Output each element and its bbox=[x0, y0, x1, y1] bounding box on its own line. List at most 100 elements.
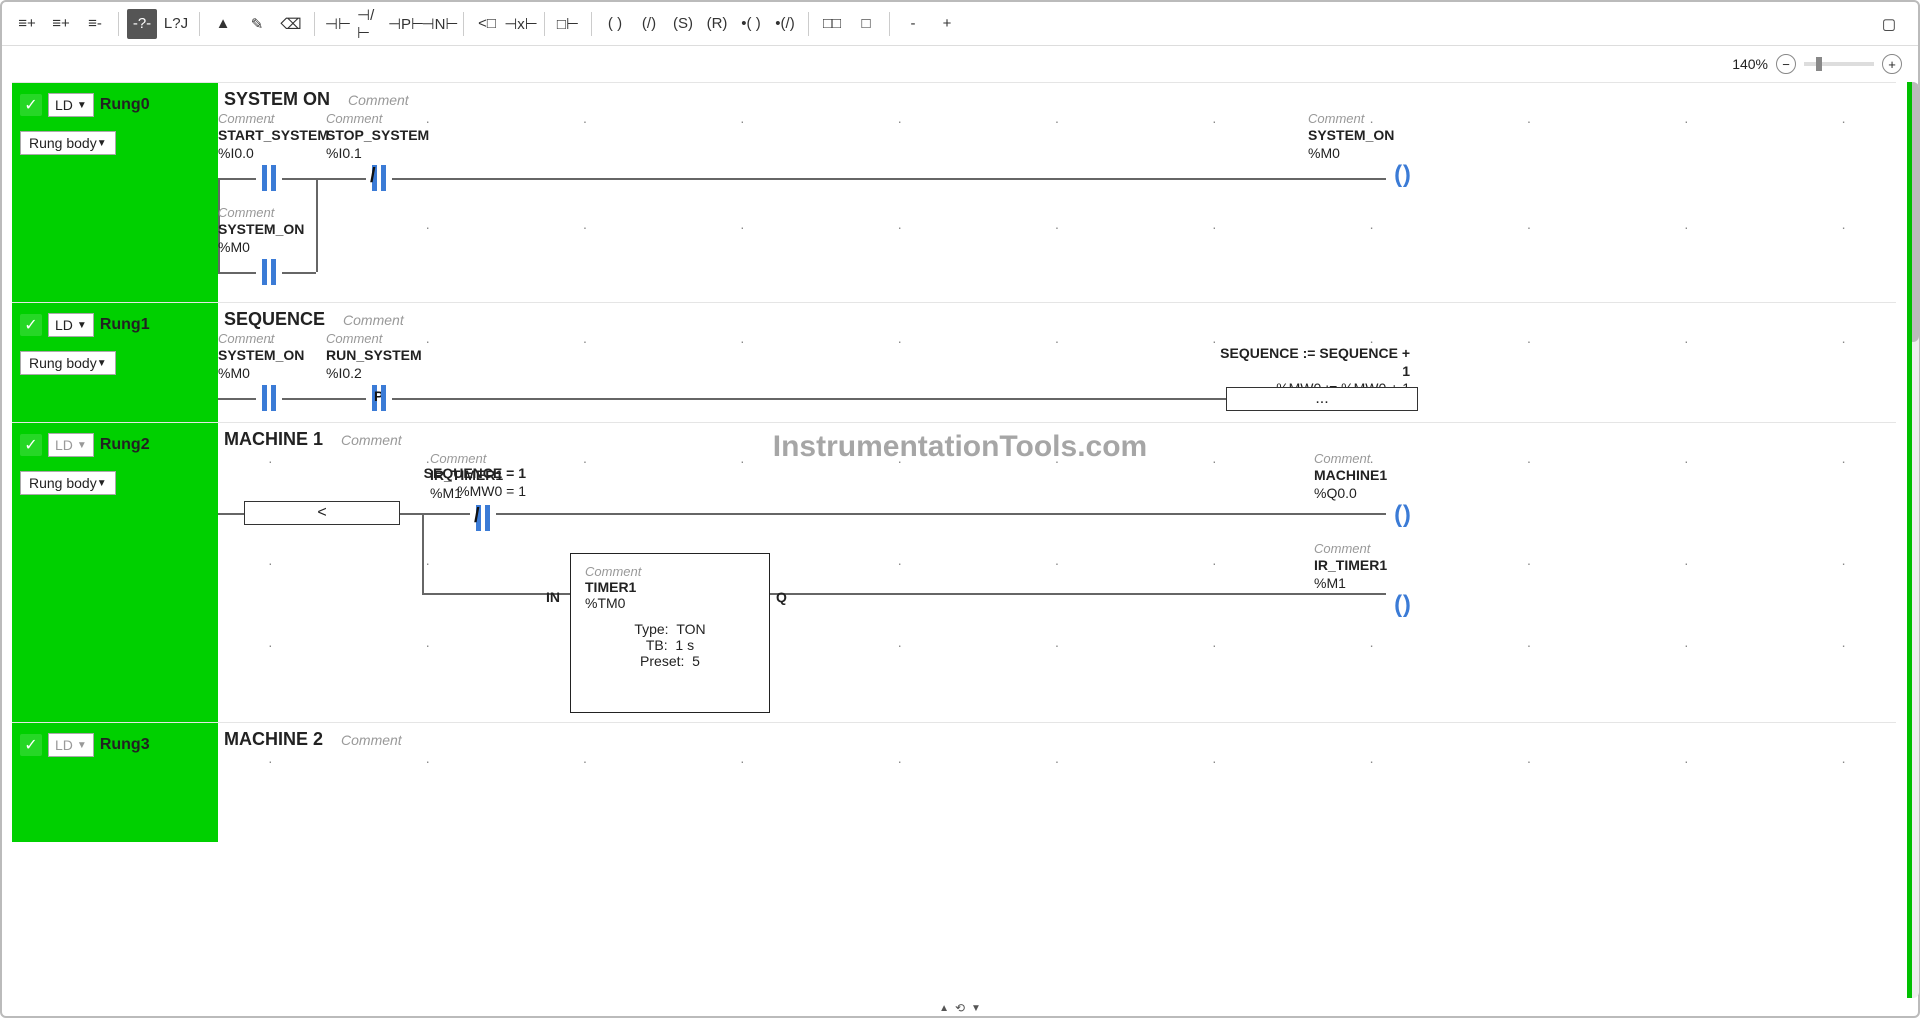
toolbar: ≡+≡+≡--?-L?J▲✎⌫⊣⊢⊣/⊢⊣P⊢⊣N⊢<□⊣x⊢□⊢( )(/)(… bbox=[2, 2, 1918, 46]
toolbar-button-9[interactable]: ⊣/⊢ bbox=[357, 9, 387, 39]
element-label[interactable]: CommentSTART_SYSTEM%I0.0 bbox=[218, 111, 329, 162]
rung-sidebar: ✓ LD ▼ Rung0 Rung body ▼ bbox=[12, 83, 218, 302]
toolbar-button-2[interactable]: ≡- bbox=[80, 9, 110, 39]
toolbar-separator bbox=[808, 12, 809, 36]
rung-name[interactable]: Rung0 bbox=[100, 96, 150, 114]
wire bbox=[400, 513, 470, 515]
toolbar-button-13[interactable]: ⊣x⊢ bbox=[506, 9, 536, 39]
toolbar-button-4[interactable]: L?J bbox=[161, 9, 191, 39]
toolbar-separator bbox=[463, 12, 464, 36]
grid-dots: ··········· bbox=[218, 219, 1896, 235]
zoom-out-button[interactable]: − bbox=[1776, 54, 1796, 74]
rung-3: ✓LD ▼Rung3MACHINE 2Comment··········· bbox=[12, 722, 1896, 842]
toolbar-button-19[interactable]: •( ) bbox=[736, 9, 766, 39]
rung-canvas[interactable]: MACHINE 1Comment························… bbox=[218, 423, 1896, 722]
rung-title-comment[interactable]: Comment bbox=[341, 732, 402, 748]
refresh-icon[interactable]: ⟲ bbox=[955, 1001, 965, 1015]
wire bbox=[392, 178, 1386, 180]
element-label[interactable]: CommentMACHINE1%Q0.0 bbox=[1314, 451, 1387, 502]
rung-title-comment[interactable]: Comment bbox=[343, 312, 404, 328]
toolbar-button-10[interactable]: ⊣P⊢ bbox=[391, 9, 421, 39]
rung-0: ✓ LD ▼ Rung0 Rung body ▼ SYSTEM ON Comment ···… bbox=[12, 82, 1896, 302]
toolbar-button-16[interactable]: (/) bbox=[634, 9, 664, 39]
caret-down-icon[interactable]: ▼ bbox=[971, 1003, 981, 1014]
rung-name[interactable]: Rung2 bbox=[100, 436, 150, 454]
power-rail-right bbox=[1907, 82, 1912, 998]
element-label[interactable]: CommentSYSTEM_ON%M0 bbox=[218, 331, 304, 382]
restore-window-icon[interactable]: ▢ bbox=[1874, 9, 1904, 39]
rung-body-select[interactable]: Rung body ▼ bbox=[20, 471, 116, 495]
zoom-in-button[interactable]: + bbox=[1882, 54, 1902, 74]
coil[interactable]: ( ) bbox=[1386, 593, 1416, 617]
toolbar-button-8[interactable]: ⊣⊢ bbox=[323, 9, 353, 39]
rung-lang-select[interactable]: LD ▼ bbox=[48, 733, 94, 757]
toolbar-button-21[interactable]: □□ bbox=[817, 9, 847, 39]
element-label[interactable]: CommentIR_TIMER1%M1 bbox=[1314, 541, 1387, 592]
ladder-editor[interactable]: ✓ LD ▼ Rung0 Rung body ▼ SYSTEM ON Comment ···… bbox=[12, 82, 1896, 998]
zoom-slider[interactable] bbox=[1804, 62, 1874, 66]
toolbar-button-23[interactable]: - bbox=[898, 9, 928, 39]
compare-block[interactable]: < bbox=[244, 501, 400, 525]
element-label[interactable]: CommentRUN_SYSTEM%I0.2 bbox=[326, 331, 422, 382]
element-label[interactable]: CommentSYSTEM_ON%M0 bbox=[1308, 111, 1394, 162]
toolbar-button-3[interactable]: -?- bbox=[127, 9, 157, 39]
operate-block[interactable]: ... bbox=[1226, 387, 1418, 411]
rung-enabled-check[interactable]: ✓ bbox=[20, 734, 42, 756]
rung-enabled-check[interactable]: ✓ bbox=[20, 314, 42, 336]
toolbar-button-7[interactable]: ⌫ bbox=[276, 9, 306, 39]
rung-enabled-check[interactable]: ✓ bbox=[20, 94, 42, 116]
toolbar-button-15[interactable]: ( ) bbox=[600, 9, 630, 39]
rung-title-comment[interactable]: Comment bbox=[341, 432, 402, 448]
toolbar-button-0[interactable]: ≡+ bbox=[12, 9, 42, 39]
function-block[interactable]: CommentTIMER1%TM0Type: TONTB: 1 sPreset:… bbox=[570, 553, 770, 713]
toolbar-button-24[interactable]: + bbox=[932, 9, 962, 39]
toolbar-button-12[interactable]: <□ bbox=[472, 9, 502, 39]
coil[interactable]: ( ) bbox=[1386, 503, 1416, 527]
toolbar-button-6[interactable]: ✎ bbox=[242, 9, 272, 39]
contact-no[interactable] bbox=[256, 259, 282, 285]
rung-lang-select[interactable]: LD ▼ bbox=[48, 93, 94, 117]
wire bbox=[392, 398, 1226, 400]
rung-title[interactable]: MACHINE 1 bbox=[224, 429, 323, 450]
rung-title-comment[interactable]: Comment bbox=[348, 92, 409, 108]
toolbar-separator bbox=[889, 12, 890, 36]
fb-pin-q: Q bbox=[776, 589, 787, 605]
element-label[interactable]: CommentSYSTEM_ON%M0 bbox=[218, 205, 304, 256]
toolbar-button-14[interactable]: □⊢ bbox=[553, 9, 583, 39]
toolbar-button-18[interactable]: (R) bbox=[702, 9, 732, 39]
toolbar-button-1[interactable]: ≡+ bbox=[46, 9, 76, 39]
toolbar-button-17[interactable]: (S) bbox=[668, 9, 698, 39]
caret-up-icon[interactable]: ▲ bbox=[939, 1003, 949, 1014]
toolbar-button-11[interactable]: ⊣N⊢ bbox=[425, 9, 455, 39]
toolbar-separator bbox=[314, 12, 315, 36]
contact-nc[interactable]: / bbox=[470, 505, 496, 531]
coil[interactable]: ( ) bbox=[1386, 163, 1416, 187]
rung-body-select[interactable]: Rung body ▼ bbox=[20, 131, 116, 155]
rung-lang-select[interactable]: LD ▼ bbox=[48, 313, 94, 337]
rung-canvas[interactable]: SYSTEM ONComment······················Co… bbox=[218, 83, 1896, 302]
rung-name[interactable]: Rung3 bbox=[100, 736, 150, 754]
rung-title[interactable]: SEQUENCE bbox=[224, 309, 325, 330]
toolbar-button-22[interactable]: □ bbox=[851, 9, 881, 39]
contact-nc[interactable]: / bbox=[366, 165, 392, 191]
contact-no[interactable] bbox=[256, 385, 282, 411]
rung-lang-select[interactable]: LD ▼ bbox=[48, 433, 94, 457]
rung-name[interactable]: Rung1 bbox=[100, 316, 150, 334]
toolbar-button-5[interactable]: ▲ bbox=[208, 9, 238, 39]
element-label[interactable]: CommentSTOP_SYSTEM%I0.1 bbox=[326, 111, 429, 162]
rung-canvas[interactable]: MACHINE 2Comment··········· bbox=[218, 723, 1896, 842]
element-label[interactable]: CommentIR_TIMER1%M1 bbox=[430, 451, 503, 502]
zoom-handle[interactable] bbox=[1816, 57, 1822, 71]
bottom-collapse-strip[interactable]: ▲ ⟲ ▼ bbox=[2, 1000, 1918, 1016]
rung-title[interactable]: MACHINE 2 bbox=[224, 729, 323, 750]
rung-canvas[interactable]: SEQUENCEComment···········CommentSYSTEM_… bbox=[218, 303, 1896, 422]
wire bbox=[282, 272, 316, 274]
rung-body-select[interactable]: Rung body ▼ bbox=[20, 351, 116, 375]
fb-pin-in: IN bbox=[546, 589, 560, 605]
rung-enabled-check[interactable]: ✓ bbox=[20, 434, 42, 456]
contact-no[interactable] bbox=[256, 165, 282, 191]
contact-rising[interactable]: P bbox=[366, 385, 392, 411]
wire bbox=[496, 513, 1386, 515]
toolbar-button-20[interactable]: •(/) bbox=[770, 9, 800, 39]
rung-title[interactable]: SYSTEM ON bbox=[224, 89, 330, 110]
